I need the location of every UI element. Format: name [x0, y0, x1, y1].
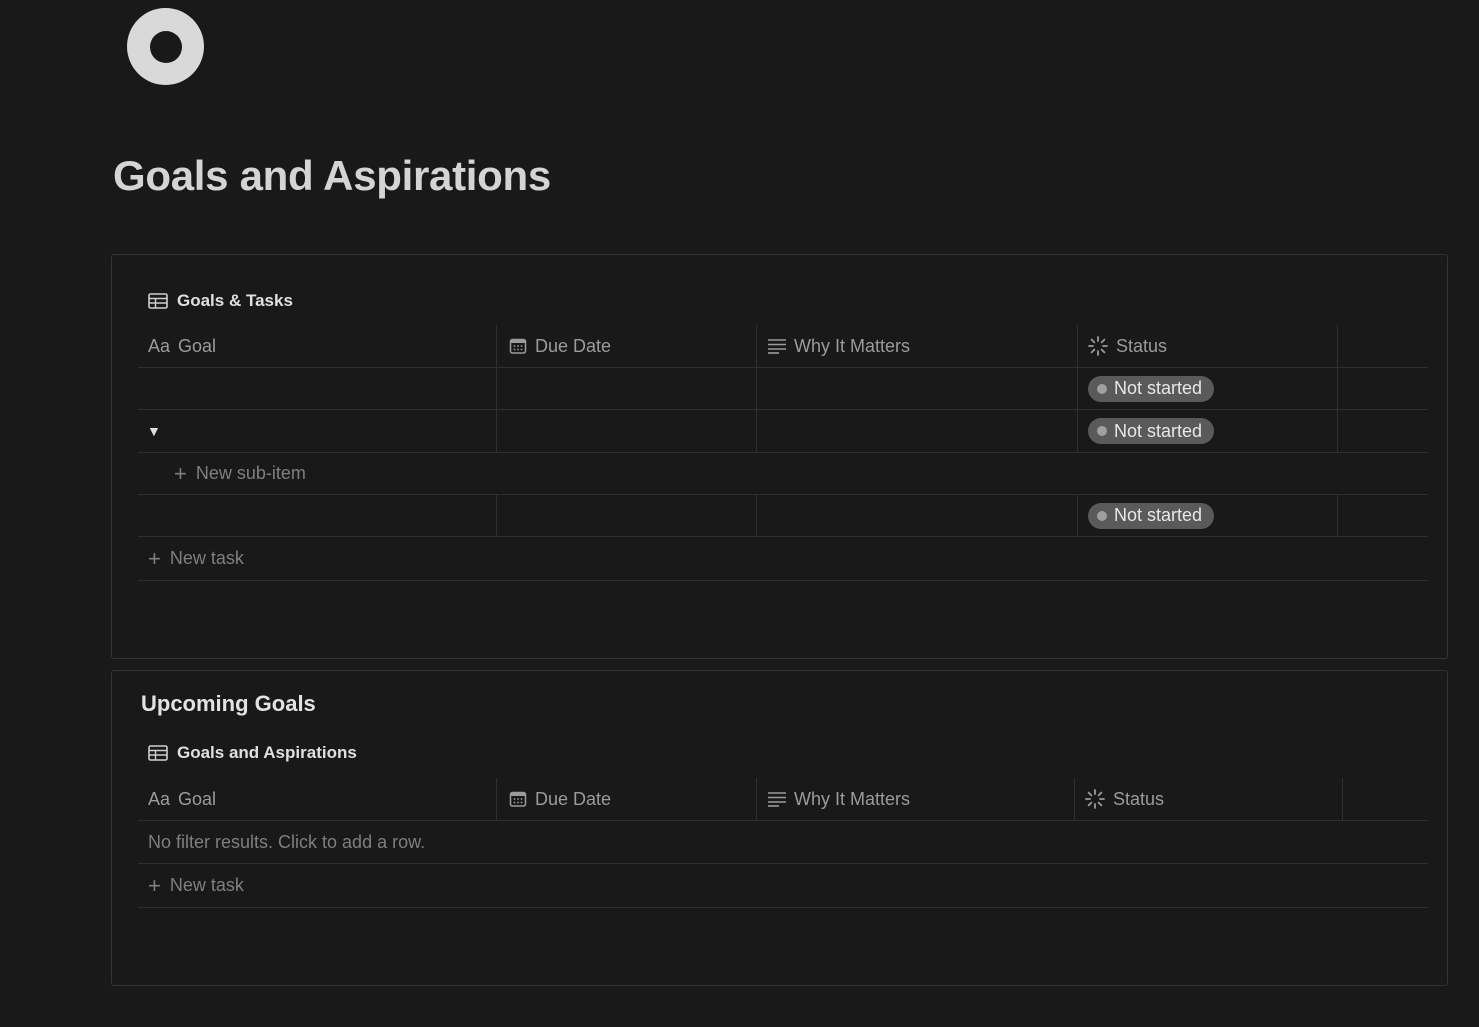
status-dot-icon	[1097, 383, 1107, 394]
new-sub-item-button[interactable]: + New sub-item	[138, 453, 1428, 495]
table-row[interactable]: Not started	[138, 495, 1428, 537]
table-icon	[148, 293, 168, 309]
new-sub-item-label: New sub-item	[195, 463, 306, 483]
column-header-status[interactable]: Status	[1075, 778, 1343, 820]
upcoming-goals-block: Upcoming Goals Goals and Aspirations Aa …	[111, 670, 1448, 986]
table-header-row: Aa Goal Due Date Why It Matters Status	[138, 325, 1428, 368]
status-label: Not started	[1114, 505, 1203, 525]
goal-cell[interactable]: ▼	[138, 410, 497, 452]
empty-results-message: No filter results. Click to add a row.	[148, 821, 425, 863]
empty-results-row[interactable]: No filter results. Click to add a row.	[138, 821, 1428, 864]
column-header-label: Status	[1113, 788, 1165, 809]
new-task-label: New task	[169, 548, 244, 568]
column-header-label: Due Date	[535, 335, 612, 356]
database-title-label: Goals and Aspirations	[177, 743, 357, 762]
column-header-why-it-matters[interactable]: Why It Matters	[757, 325, 1078, 367]
status-spinner-icon	[1085, 789, 1105, 809]
page-icon[interactable]	[127, 8, 204, 85]
section-heading[interactable]: Upcoming Goals	[141, 691, 316, 717]
new-task-content: + New task	[148, 864, 244, 907]
text-property-icon: Aa	[148, 788, 171, 809]
goal-cell[interactable]	[138, 495, 497, 536]
plus-icon: +	[148, 545, 161, 571]
status-dot-icon	[1097, 426, 1107, 436]
database-title[interactable]: Goals & Tasks	[148, 289, 293, 313]
plus-icon: +	[174, 460, 187, 486]
column-header-label: Goal	[178, 335, 217, 356]
status-badge[interactable]: Not started	[1088, 418, 1215, 444]
new-task-button[interactable]: + New task	[138, 537, 1428, 581]
new-task-content: + New task	[148, 537, 244, 580]
plus-icon: +	[148, 872, 161, 898]
status-label: Not started	[1114, 420, 1203, 441]
status-spinner-icon	[1088, 336, 1108, 356]
text-lines-icon	[768, 791, 786, 807]
status-badge[interactable]: Not started	[1088, 375, 1215, 402]
calendar-icon	[509, 337, 527, 355]
circle-ring-icon	[149, 30, 182, 63]
why-it-matters-cell[interactable]	[757, 410, 1078, 452]
column-header-status[interactable]: Status	[1078, 325, 1338, 367]
status-dot-icon	[1097, 510, 1107, 521]
database-title-label: Goals & Tasks	[177, 291, 293, 310]
due-date-cell[interactable]	[497, 495, 757, 536]
new-task-button[interactable]: + New task	[138, 864, 1428, 908]
column-header-goal[interactable]: Aa Goal	[138, 778, 497, 820]
text-property-icon: Aa	[148, 335, 171, 356]
status-label: Not started	[1114, 378, 1203, 398]
database-title[interactable]: Goals and Aspirations	[148, 741, 357, 765]
due-date-cell[interactable]	[497, 410, 757, 452]
new-task-label: New task	[169, 875, 244, 895]
goals-tasks-table: Aa Goal Due Date Why It Matters Status N…	[138, 325, 1428, 581]
why-it-matters-cell[interactable]	[757, 368, 1078, 409]
column-header-label: Status	[1116, 335, 1168, 356]
table-row[interactable]: Not started	[138, 368, 1428, 410]
column-header-label: Due Date	[535, 788, 612, 809]
column-header-due-date[interactable]: Due Date	[497, 778, 757, 820]
status-badge[interactable]: Not started	[1088, 502, 1215, 529]
column-header-why-it-matters[interactable]: Why It Matters	[757, 778, 1075, 820]
status-cell[interactable]: Not started	[1078, 495, 1338, 536]
new-sub-item-content: + New sub-item	[174, 453, 306, 494]
column-header-label: Why It Matters	[794, 788, 911, 809]
status-cell[interactable]: Not started	[1078, 410, 1338, 452]
column-header-label: Why It Matters	[794, 335, 911, 356]
table-header-row: Aa Goal Due Date Why It Matters Status	[138, 778, 1428, 821]
table-icon	[148, 745, 168, 761]
page-title[interactable]: Goals and Aspirations	[113, 152, 551, 200]
status-cell[interactable]: Not started	[1078, 368, 1338, 409]
column-header-due-date[interactable]: Due Date	[497, 325, 757, 367]
expand-toggle-icon[interactable]: ▼	[147, 423, 161, 439]
text-lines-icon	[768, 338, 786, 354]
goal-cell[interactable]	[138, 368, 497, 409]
goals-tasks-block: Goals & Tasks Aa Goal Due Date Why It Ma…	[111, 254, 1448, 659]
table-row[interactable]: ▼ Not started	[138, 410, 1428, 453]
due-date-cell[interactable]	[497, 368, 757, 409]
upcoming-goals-table: Aa Goal Due Date Why It Matters Status N…	[138, 778, 1428, 908]
why-it-matters-cell[interactable]	[757, 495, 1078, 536]
empty-results-label: No filter results. Click to add a row.	[148, 831, 426, 852]
calendar-icon	[509, 790, 527, 808]
column-header-label: Goal	[178, 788, 217, 809]
column-header-goal[interactable]: Aa Goal	[138, 325, 497, 367]
